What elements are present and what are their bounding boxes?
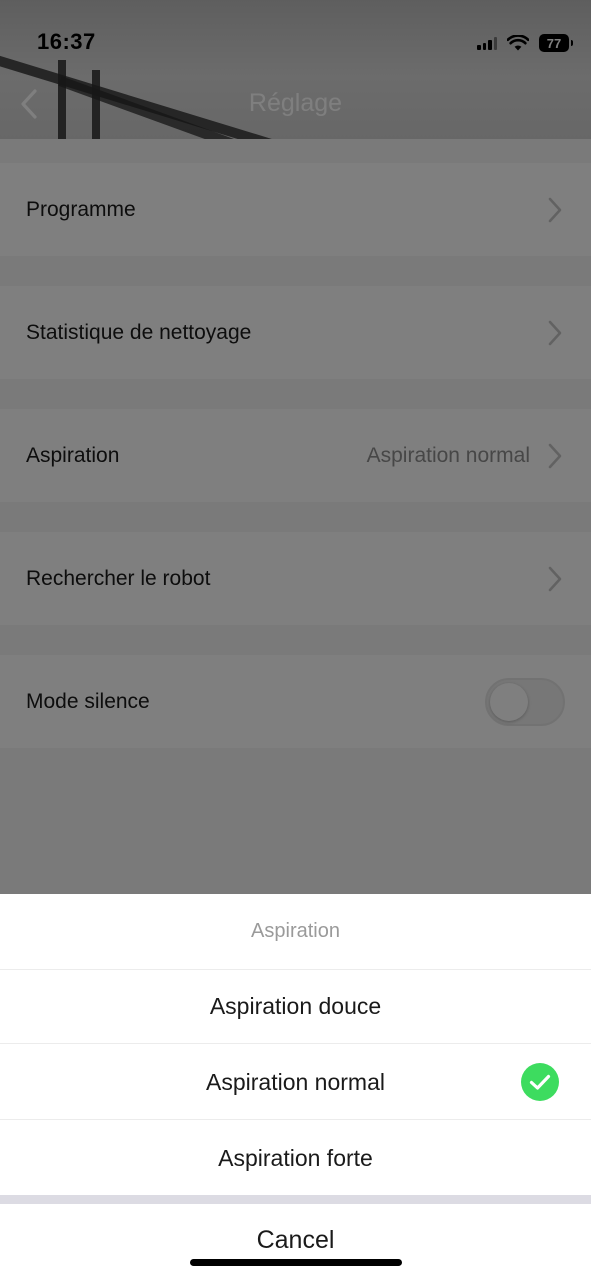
action-sheet-divider [0,1195,591,1204]
option-label: Aspiration normal [206,1068,385,1095]
home-indicator [190,1259,402,1266]
option-aspiration-douce[interactable]: Aspiration douce [0,969,591,1044]
option-aspiration-normal[interactable]: Aspiration normal [0,1045,591,1120]
action-sheet: Aspiration Aspiration douce Aspiration n… [0,894,591,1280]
action-sheet-title: Aspiration [0,894,591,970]
app-screen: 16:37 77 Réglage Programme [0,0,591,1280]
option-aspiration-forte[interactable]: Aspiration forte [0,1121,591,1196]
option-label: Aspiration douce [209,992,382,1019]
option-label: Aspiration forte [218,1145,373,1171]
selected-check-icon [521,1063,559,1101]
checkmark-circle-icon [521,1063,559,1101]
